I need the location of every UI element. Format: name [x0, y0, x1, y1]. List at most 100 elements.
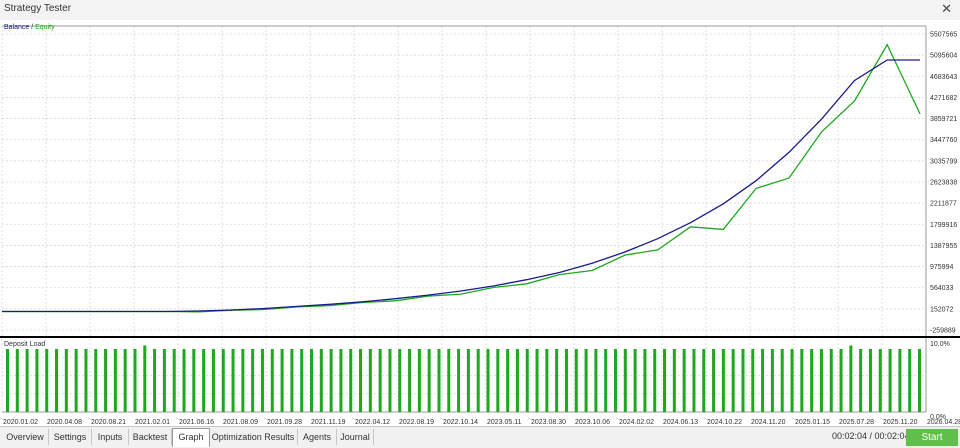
- deposit-load-bar: [604, 349, 608, 412]
- x-tick-label: 2022.08.19: [399, 419, 434, 426]
- x-tick-label: 2020.01.02: [3, 419, 38, 426]
- y-tick-label: 3859721: [930, 116, 957, 123]
- deposit-load-bar: [25, 349, 29, 412]
- deposit-load-bar: [172, 349, 176, 412]
- tab-agents[interactable]: Agents: [298, 429, 337, 445]
- tab-optimization-results[interactable]: Optimization Results: [209, 429, 298, 445]
- x-tick-label: 2023.08.30: [531, 419, 566, 426]
- deposit-load-bar: [310, 349, 313, 412]
- deposit-load-bar: [623, 349, 627, 412]
- deposit-load-bar: [721, 349, 725, 412]
- x-tick-label: 2020.08.21: [91, 419, 126, 426]
- deposit-load-bar: [447, 349, 451, 412]
- deposit-load-bar: [476, 349, 480, 412]
- deposit-load-bar: [231, 349, 235, 412]
- deposit-load-bar: [84, 349, 88, 412]
- deposit-load-bar: [555, 349, 559, 412]
- deposit-load-bar: [74, 349, 78, 412]
- y-tick-labels: 5507565 5095604 4683643 4271682 3859721 34477…: [930, 32, 957, 335]
- x-tick-label: 2024.10.22: [707, 419, 742, 426]
- deposit-load-bar: [251, 349, 255, 412]
- deposit-load-bar: [790, 349, 794, 412]
- tab-overview[interactable]: Overview: [2, 429, 49, 445]
- x-tick-label: 2021.08.09: [223, 419, 258, 426]
- deposit-load-bar: [643, 349, 647, 412]
- tab-settings[interactable]: Settings: [49, 429, 92, 445]
- y-tick-label: 5095604: [930, 53, 957, 60]
- deposit-load-bar: [859, 349, 863, 412]
- x-tick-label: 2020.04.08: [47, 419, 82, 426]
- deposit-load-bar: [280, 349, 284, 412]
- deposit-load-bar: [202, 349, 206, 412]
- deposit-load-bar: [506, 349, 510, 412]
- deposit-load-bar: [868, 349, 872, 412]
- y-tick-label: 4271682: [930, 95, 957, 102]
- legend-balance: Balance: [4, 24, 29, 31]
- y-tick-label: 975994: [930, 264, 953, 271]
- y-tick-label: 2211877: [930, 201, 957, 208]
- deposit-load-bar: [682, 349, 686, 412]
- deposit-load-bar: [653, 349, 657, 412]
- deposit-load-bar: [525, 349, 529, 412]
- y-tick-label: 564033: [930, 285, 953, 292]
- deposit-load-bar: [594, 349, 598, 412]
- deposit-load-bar: [849, 345, 853, 412]
- deposit-load-bar: [545, 349, 549, 412]
- close-icon[interactable]: ✕: [941, 1, 952, 17]
- deposit-load-bar: [515, 349, 519, 412]
- legend: Balance / Equity: [4, 24, 55, 31]
- deposit-load-bar: [162, 349, 166, 412]
- deposit-load-bar: [427, 349, 431, 412]
- deposit-load-bar: [192, 349, 196, 412]
- tab-backtest[interactable]: Backtest: [129, 429, 172, 445]
- balance-equity-chart: 5507565 5095604 4683643 4271682 3859721 34477…: [0, 24, 960, 426]
- deposit-load-bar: [55, 349, 59, 412]
- deposit-load-bar: [45, 349, 49, 412]
- deposit-load-bar: [457, 349, 461, 412]
- tab-bar: Overview Settings Inputs Backtest Graph …: [0, 426, 960, 448]
- deposit-load-bar: [800, 349, 804, 412]
- deposit-load-bar: [15, 349, 19, 412]
- deposit-load-bar: [466, 349, 470, 412]
- deposit-load-bar: [378, 349, 382, 412]
- y-tick-label: 4683643: [930, 74, 957, 81]
- start-button[interactable]: Start: [906, 429, 958, 446]
- x-tick-labels: 2020.01.02 2020.04.08 2020.08.21 2021.02.01…: [3, 419, 960, 426]
- deposit-load-bar: [839, 349, 843, 412]
- equity-line: [2, 43, 921, 313]
- x-tick-label: 2025.07.28: [839, 419, 874, 426]
- deposit-load-bar: [241, 349, 245, 412]
- deposit-load-bar: [663, 349, 667, 412]
- deposit-load-bar: [898, 349, 902, 412]
- tab-graph[interactable]: Graph: [172, 428, 210, 447]
- deposit-load-bar: [888, 349, 892, 412]
- deposit-load-bar: [388, 349, 392, 412]
- deposit-load-label: Deposit Load: [4, 341, 45, 348]
- deposit-load-bar: [672, 349, 676, 412]
- deposit-load-bar: [692, 349, 696, 412]
- deposit-load-bar: [731, 349, 735, 412]
- deposit-load-bar: [260, 349, 264, 412]
- deposit-load-bar: [368, 349, 372, 412]
- deposit-load-bar: [819, 349, 823, 412]
- deposit-load-bar: [741, 349, 745, 412]
- deposit-load-bar: [614, 349, 617, 412]
- y-tick-label: 1387955: [930, 243, 957, 250]
- deposit-load-bar: [339, 349, 343, 412]
- deposit-load-bar: [6, 349, 9, 412]
- tab-inputs[interactable]: Inputs: [92, 429, 129, 445]
- x-tick-label: 2025.01.15: [795, 419, 830, 426]
- tab-journal[interactable]: Journal: [337, 429, 374, 445]
- window-title: Strategy Tester: [4, 3, 72, 14]
- deposit-load-bar: [319, 349, 323, 412]
- deposit-load-bars: [6, 345, 921, 412]
- y-tick-label: 2623838: [930, 180, 957, 187]
- deposit-load-bar: [221, 349, 225, 412]
- deposit-load-bar: [113, 349, 117, 412]
- deposit-load-bar: [153, 349, 157, 412]
- y-tick-label: 1799916: [930, 222, 957, 229]
- deposit-load-bar: [878, 349, 882, 412]
- deposit-load-bar: [104, 349, 108, 412]
- deposit-load-bar: [94, 349, 98, 412]
- deposit-load-bar: [702, 349, 706, 412]
